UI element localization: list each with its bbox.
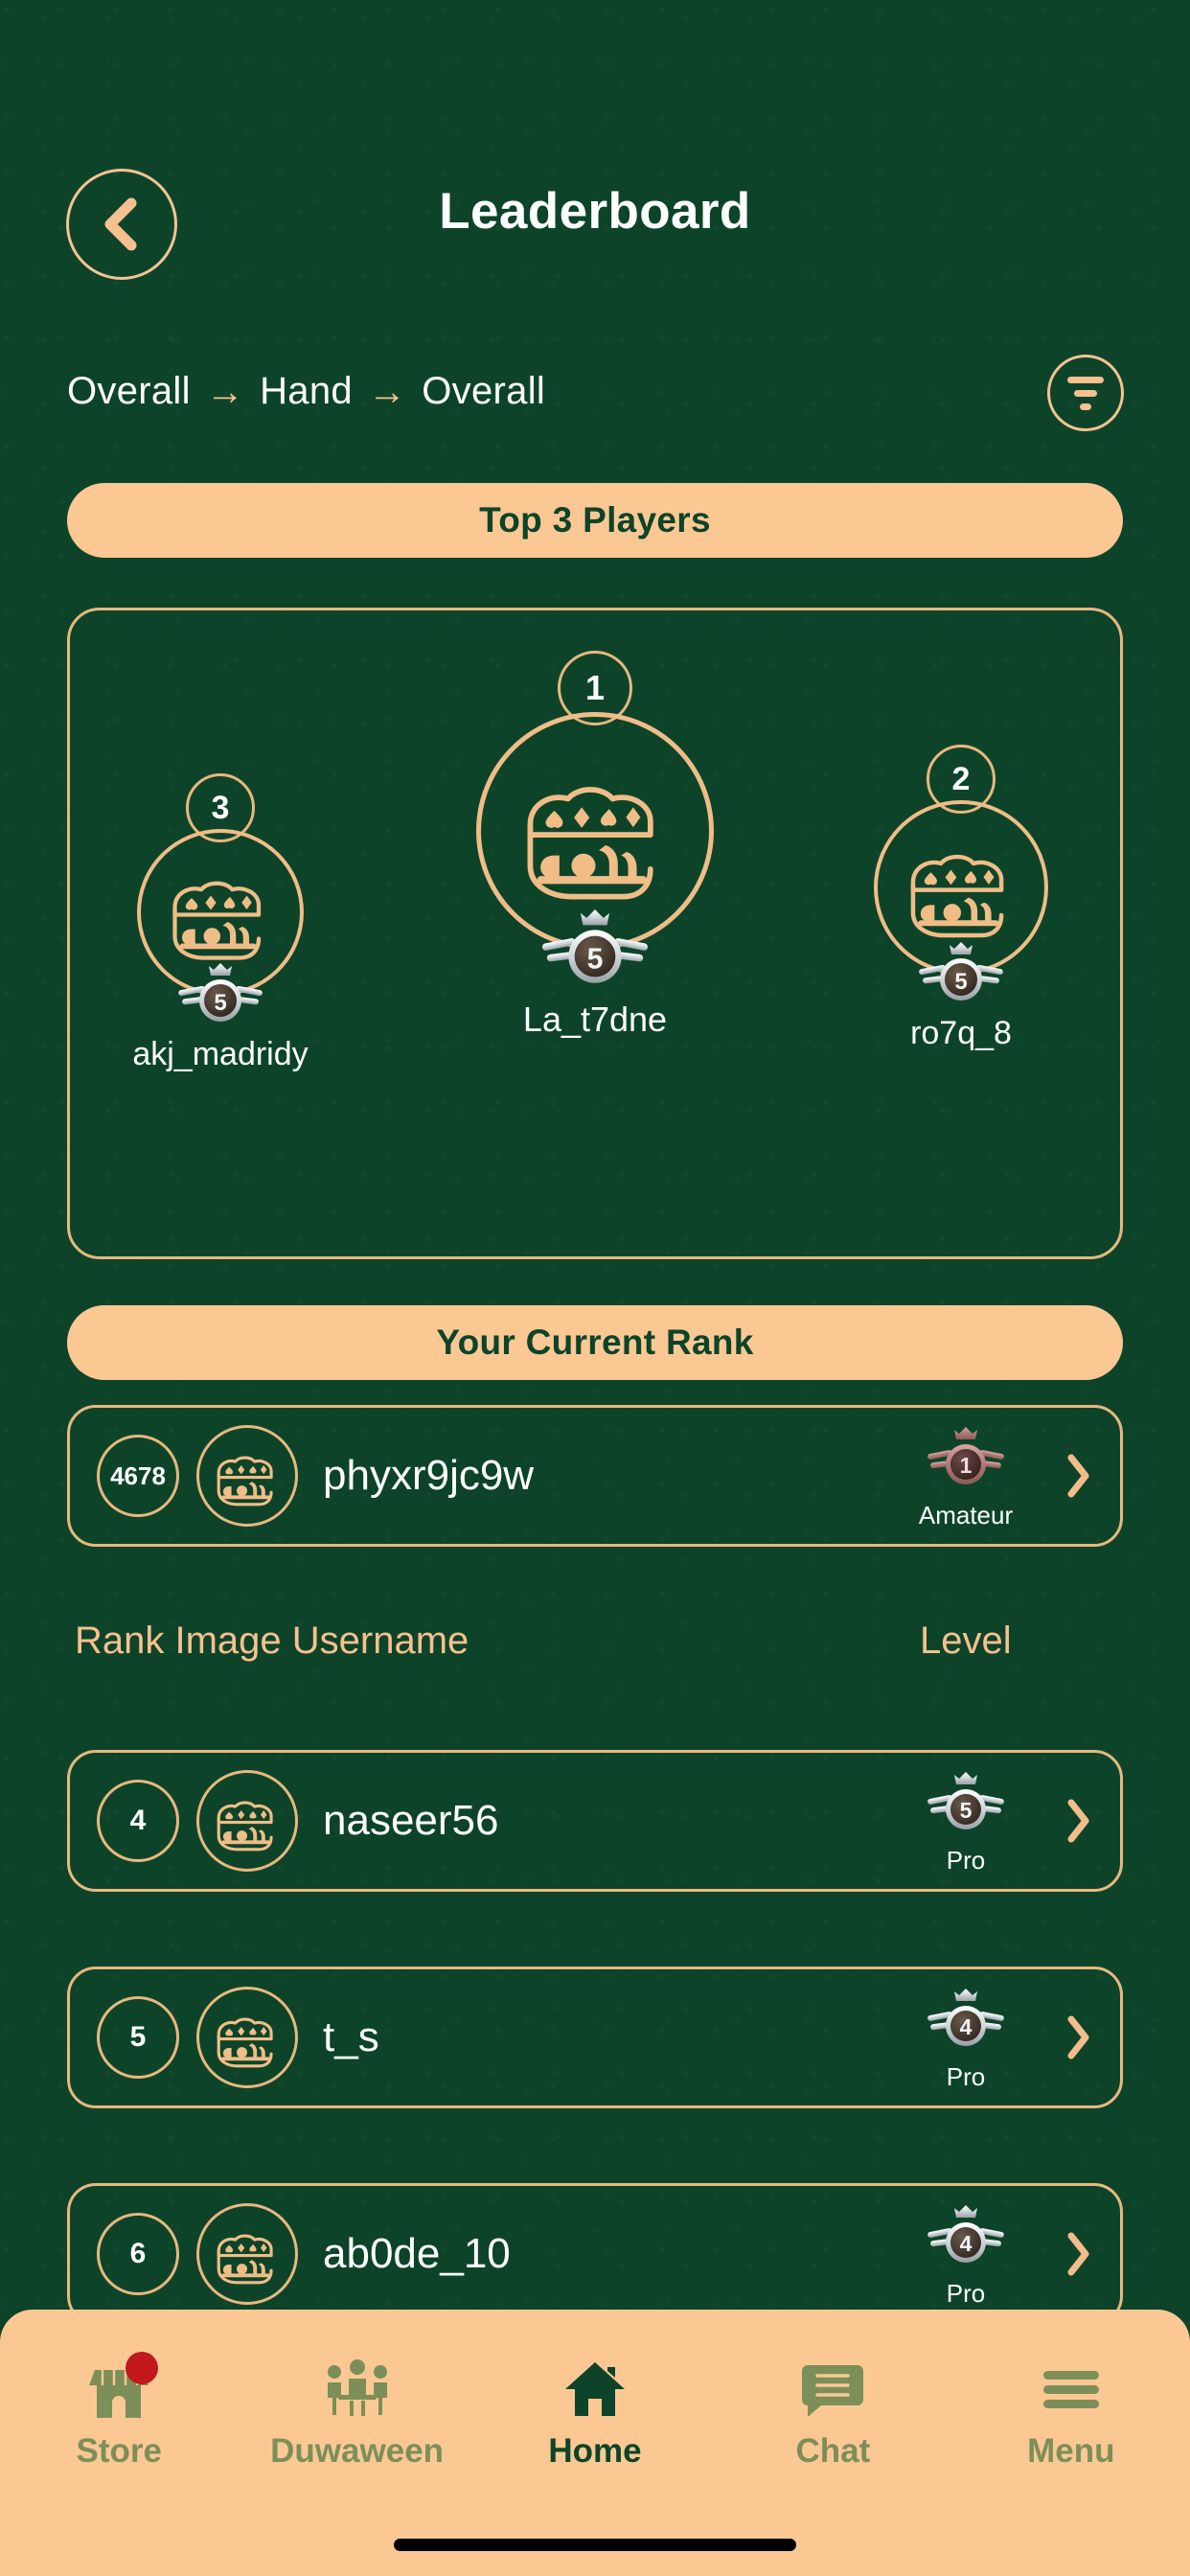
rank-number: 5 (97, 1996, 179, 2079)
nav-item-store[interactable]: Store (0, 2310, 238, 2471)
column-headers: Rank Image Username Level (0, 1620, 1190, 1677)
page-title: Leaderboard (439, 183, 751, 240)
podium-slot-2[interactable]: 2 5 ro7q_8 (846, 745, 1076, 1052)
medal-level-number: 4 (960, 2231, 973, 2256)
filter-icon (1067, 376, 1104, 410)
medal-level-number: 4 (960, 2014, 973, 2039)
podium-slot-3[interactable]: 3 5 akj_madridy (114, 773, 327, 1073)
winged-medal-icon: 4 (927, 1988, 1004, 2046)
level-badge-group: 1 Amateur (894, 1422, 1038, 1530)
nav-label-menu: Menu (1027, 2432, 1115, 2470)
username: phyxr9jc9w (323, 1452, 535, 1499)
podium-slot-1[interactable]: 1 5 La_t7dne (427, 651, 763, 1040)
breadcrumb-arrow-icon: → (367, 370, 407, 413)
nav-label-home: Home (548, 2432, 642, 2470)
table-row[interactable]: 4 naseer56 5 Pro (67, 1750, 1123, 1892)
chevron-right-icon (1067, 1799, 1089, 1843)
level-badge-group: 4 Pro (894, 1984, 1038, 2092)
arabic-card-avatar-icon (217, 2234, 273, 2285)
table-row[interactable]: 5 t_s 4 Pro (67, 1966, 1123, 2108)
breadcrumb-item-0[interactable]: Overall (67, 370, 191, 413)
rank-number: 4678 (97, 1435, 179, 1517)
rank-number: 4 (97, 1780, 179, 1862)
winged-medal-icon: 5 (541, 909, 649, 983)
user-avatar (196, 1770, 298, 1872)
winged-medal-icon: 1 (927, 1426, 1004, 1484)
hamburger-menu-icon (1038, 2356, 1105, 2423)
arabic-card-avatar-icon (217, 1801, 273, 1852)
header: Leaderboard (0, 169, 1190, 280)
nav-item-duwaween[interactable]: Duwaween (238, 2310, 475, 2471)
podium-username: ro7q_8 (910, 1015, 1012, 1051)
open-profile-button[interactable] (1038, 1797, 1120, 1845)
level-label: Pro (946, 2278, 986, 2308)
winged-medal-icon: 5 (927, 1771, 1004, 1829)
level-label: Pro (946, 1845, 986, 1874)
table-row[interactable]: 6 ab0de_10 4 Pro (67, 2183, 1123, 2325)
nav-label-chat: Chat (795, 2432, 871, 2470)
podium-username: La_t7dne (522, 1000, 668, 1039)
nav-label-store: Store (76, 2432, 162, 2470)
level-badge-group: 4 Pro (894, 2200, 1038, 2309)
leaderboard-screen: Leaderboard Overall → Hand → Overall Top… (0, 0, 1190, 2576)
podium-medal: 5 (427, 908, 763, 996)
podium-medal: 5 (846, 940, 1076, 1011)
current-user-row[interactable]: 4678 phyxr9jc9w 1 Amateur (67, 1405, 1123, 1547)
winged-medal-icon: 5 (178, 963, 263, 1022)
medal-level-number: 5 (214, 990, 226, 1016)
your-current-rank-banner: Your Current Rank (67, 1305, 1123, 1380)
chat-bubble-icon (800, 2356, 865, 2423)
nav-item-chat[interactable]: Chat (714, 2310, 951, 2471)
nav-item-menu[interactable]: Menu (952, 2310, 1190, 2471)
open-profile-button[interactable] (1038, 2230, 1120, 2278)
medal-level-number: 5 (960, 1798, 973, 1823)
breadcrumb-item-2[interactable]: Overall (422, 370, 545, 413)
bottom-navigation: Store Duwaween Home Chat Menu (0, 2310, 1190, 2576)
chevron-right-icon (1067, 2015, 1089, 2059)
medal-level-number: 1 (960, 1453, 973, 1478)
nav-item-home[interactable]: Home (476, 2310, 714, 2471)
breadcrumb: Overall → Hand → Overall (67, 370, 545, 413)
store-icon (85, 2352, 159, 2423)
username: ab0de_10 (323, 2230, 511, 2277)
user-avatar (196, 2203, 298, 2305)
medal-level-number: 5 (587, 944, 604, 976)
level-badge-group: 5 Pro (894, 1767, 1038, 1875)
level-label: Pro (946, 2061, 986, 2091)
medal-level-number: 5 (954, 969, 967, 995)
arabic-card-avatar-icon (217, 1456, 273, 1506)
user-avatar (196, 1987, 298, 2088)
winged-medal-icon: 5 (919, 942, 1003, 1000)
open-profile-button[interactable] (1038, 2013, 1120, 2061)
top-3-players-banner: Top 3 Players (67, 483, 1123, 558)
column-header-left: Rank Image Username (75, 1620, 469, 1662)
username: naseer56 (323, 1797, 499, 1844)
username: t_s (323, 2013, 379, 2060)
winged-medal-icon: 4 (927, 2204, 1004, 2263)
level-label: Amateur (918, 1500, 1014, 1530)
breadcrumb-arrow-icon: → (205, 370, 245, 413)
nav-label-duwaween: Duwaween (270, 2432, 445, 2470)
chevron-right-icon (1067, 1454, 1089, 1498)
chevron-right-icon (1067, 2232, 1089, 2276)
arabic-card-avatar-icon (217, 2017, 273, 2068)
arabic-card-avatar-icon (527, 786, 653, 899)
column-header-level: Level (920, 1620, 1012, 1662)
home-indicator (394, 2539, 796, 2551)
user-avatar (196, 1425, 298, 1527)
breadcrumb-row: Overall → Hand → Overall (0, 355, 1190, 450)
people-table-icon (323, 2356, 392, 2423)
filter-button[interactable] (1047, 355, 1124, 431)
store-badge-dot (126, 2352, 159, 2384)
podium-card: 3 5 akj_madridy 1 5 La_t7dne 2 5 ro7q_8 (67, 608, 1123, 1259)
open-profile-button[interactable] (1038, 1452, 1120, 1500)
podium-username: akj_madridy (132, 1036, 309, 1072)
podium-medal: 5 (114, 961, 327, 1032)
home-icon (561, 2356, 629, 2423)
breadcrumb-item-1[interactable]: Hand (260, 370, 353, 413)
rank-number: 6 (97, 2213, 179, 2295)
